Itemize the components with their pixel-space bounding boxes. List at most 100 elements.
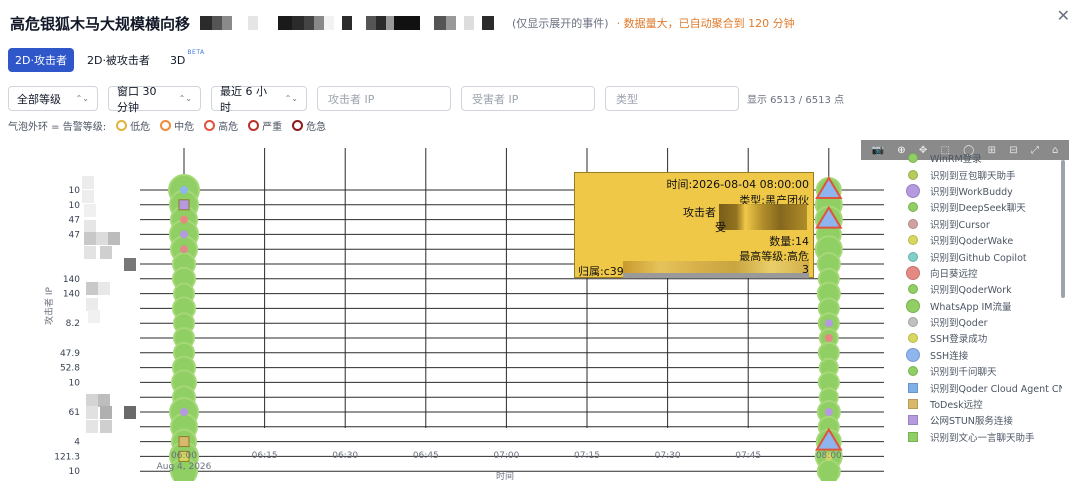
tab-3d[interactable]: 3D BETA: [163, 48, 212, 72]
ring-high-label: 高危: [218, 122, 239, 133]
legend-item[interactable]: 识别到QoderWork: [906, 281, 1062, 297]
redaction-block: [98, 394, 110, 407]
victim-ip-input[interactable]: 受害者 IP: [461, 86, 595, 111]
redaction-block: [84, 232, 96, 245]
attacker-ip-input[interactable]: 攻击者 IP: [317, 86, 451, 111]
y-tick-label: 47: [69, 216, 80, 226]
event-marker: [824, 408, 833, 416]
legend-item[interactable]: WhatsApp IM流量: [906, 298, 1062, 314]
chevron-updown-icon: ⌃⌄: [178, 94, 192, 103]
legend-item[interactable]: 识别到文心一言聊天助手: [906, 429, 1062, 445]
legend-item[interactable]: 识别到Cursor: [906, 216, 1062, 232]
tooltip-count: 数量:14: [769, 235, 809, 248]
legend-item[interactable]: 识别到千问聊天: [906, 363, 1062, 379]
legend-label: 向日葵远控: [930, 268, 978, 280]
legend-swatch: [908, 251, 918, 262]
event-marker: [180, 230, 188, 239]
event-marker: [824, 319, 833, 328]
legend-label: ToDesk远控: [930, 400, 983, 412]
legend-item[interactable]: SSH连接: [906, 347, 1062, 363]
level-select[interactable]: 全部等级 ⌃⌄: [8, 86, 98, 111]
legend-swatch: [908, 431, 918, 442]
tab-label: 2D·攻击者: [15, 54, 67, 67]
legend-label: 识别到豆包聊天助手: [930, 170, 1016, 182]
legend-scrollbar[interactable]: [1061, 160, 1065, 298]
redaction-block: [124, 258, 136, 271]
legend-item[interactable]: 识别到WorkBuddy: [906, 183, 1062, 199]
event-marker: [180, 408, 188, 416]
tooltip-time: 时间:2026-08-04 08:00:00: [666, 178, 809, 191]
chevron-updown-icon: ⌃⌄: [75, 94, 89, 103]
range-select-value: 最近 6 小时: [220, 84, 267, 114]
legend-item[interactable]: 识别到DeepSeek聊天: [906, 199, 1062, 215]
redaction-block: [84, 220, 96, 233]
type-input[interactable]: 类型: [605, 86, 739, 111]
legend-label: 识别到DeepSeek聊天: [930, 203, 1026, 215]
legend-swatch: [906, 298, 920, 313]
legend-label: 识别到Github Copilot: [930, 252, 1027, 264]
tooltip-attacker: 攻击者: [683, 206, 716, 219]
beta-badge: BETA: [187, 48, 205, 56]
ring-medium-label: 中危: [174, 122, 195, 133]
aggregation-warning: · 数据量大，已自动聚合到 120 分钟: [616, 17, 795, 30]
legend-item[interactable]: WinRM登录: [906, 150, 1062, 166]
redaction-block: [108, 232, 120, 245]
y-tick-label: 140: [63, 290, 80, 300]
legend-label: WinRM登录: [930, 154, 982, 166]
legend-item[interactable]: ToDesk远控: [906, 396, 1062, 412]
legend-item[interactable]: 识别到Qoder Cloud Agent CN: [906, 379, 1062, 395]
redaction-block: [82, 190, 94, 203]
redacted-owner-bar: [623, 273, 809, 278]
legend-swatch: [908, 366, 918, 377]
x-tick-label: 08:00: [816, 451, 842, 461]
tab-2d-victim[interactable]: 2D·被攻击者: [80, 48, 157, 72]
ring-serious: 严重: [248, 118, 282, 133]
redaction-block: [96, 232, 108, 245]
series-legend: WinRM登录识别到豆包聊天助手 识别到WorkBuddy 识别到DeepSeek聊…: [906, 150, 1062, 450]
x-tick-label: 07:00: [493, 451, 519, 461]
legend-swatch: [908, 153, 918, 164]
ring-serious-label: 严重: [262, 122, 283, 133]
legend-label: 识别到文心一言聊天助手: [930, 432, 1035, 444]
x-tick-label: 07:15: [574, 451, 600, 461]
legend-label: 识别到QoderWake: [930, 236, 1014, 248]
tab-2d-attacker[interactable]: 2D·攻击者: [8, 48, 74, 72]
legend-item[interactable]: 识别到Qoder: [906, 314, 1062, 330]
redaction-block: [86, 406, 98, 419]
zoom-icon[interactable]: ⊕: [897, 145, 905, 156]
close-icon[interactable]: ✕: [1057, 6, 1070, 25]
event-marker: [824, 334, 833, 342]
event-marker: [180, 186, 188, 194]
redaction-block: [86, 282, 98, 295]
x-axis-title: 时间: [496, 470, 514, 481]
redaction-block: [86, 394, 98, 407]
x-tick-label: 06:45: [413, 451, 439, 461]
camera-icon[interactable]: 📷: [872, 145, 884, 156]
legend-label: 识别到WorkBuddy: [930, 186, 1013, 198]
y-tick-label: 8.2: [66, 319, 80, 329]
ring-low-label: 低危: [130, 122, 151, 133]
header-note: (仅显示展开的事件): [512, 17, 609, 30]
event-marker-square: [178, 199, 190, 211]
legend-item[interactable]: 公网STUN服务连接: [906, 412, 1062, 428]
legend-item[interactable]: SSH登录成功: [906, 330, 1062, 346]
event-marker-square: [178, 436, 190, 448]
legend-item[interactable]: 向日葵远控: [906, 265, 1062, 281]
y-tick-label: 47.9: [60, 349, 80, 359]
redaction-block: [100, 420, 112, 433]
window-select[interactable]: 窗口 30 分钟 ⌃⌄: [108, 85, 201, 114]
window-select-value: 窗口 30 分钟: [117, 84, 157, 114]
x-tick-labels: 06:00 06:15 06:30 06:45 07:00 07:15 07:30 07:45…: [157, 451, 842, 472]
x-tick-label: 07:30: [655, 451, 681, 461]
event-marker: [180, 245, 188, 254]
legend-item[interactable]: 识别到QoderWake: [906, 232, 1062, 248]
legend-item[interactable]: 识别到豆包聊天助手: [906, 166, 1062, 182]
legend-item[interactable]: 识别到Github Copilot: [906, 248, 1062, 264]
modal-header: 高危银狐木马大规模横向移 (仅显示展开的事件) · 数据量大，已自动聚合到 12…: [10, 12, 795, 34]
range-select[interactable]: 最近 6 小时 ⌃⌄: [211, 85, 307, 114]
x-tick-sublabel: Aug 4, 2026: [157, 462, 212, 472]
hover-tooltip: 时间:2026-08-04 08:00:00 类型:黑产团伙 攻击者 受 数量:…: [574, 172, 814, 278]
redaction-block: [86, 420, 98, 433]
redacted-attacker-ip: [719, 204, 807, 230]
legend-swatch: [906, 183, 920, 198]
